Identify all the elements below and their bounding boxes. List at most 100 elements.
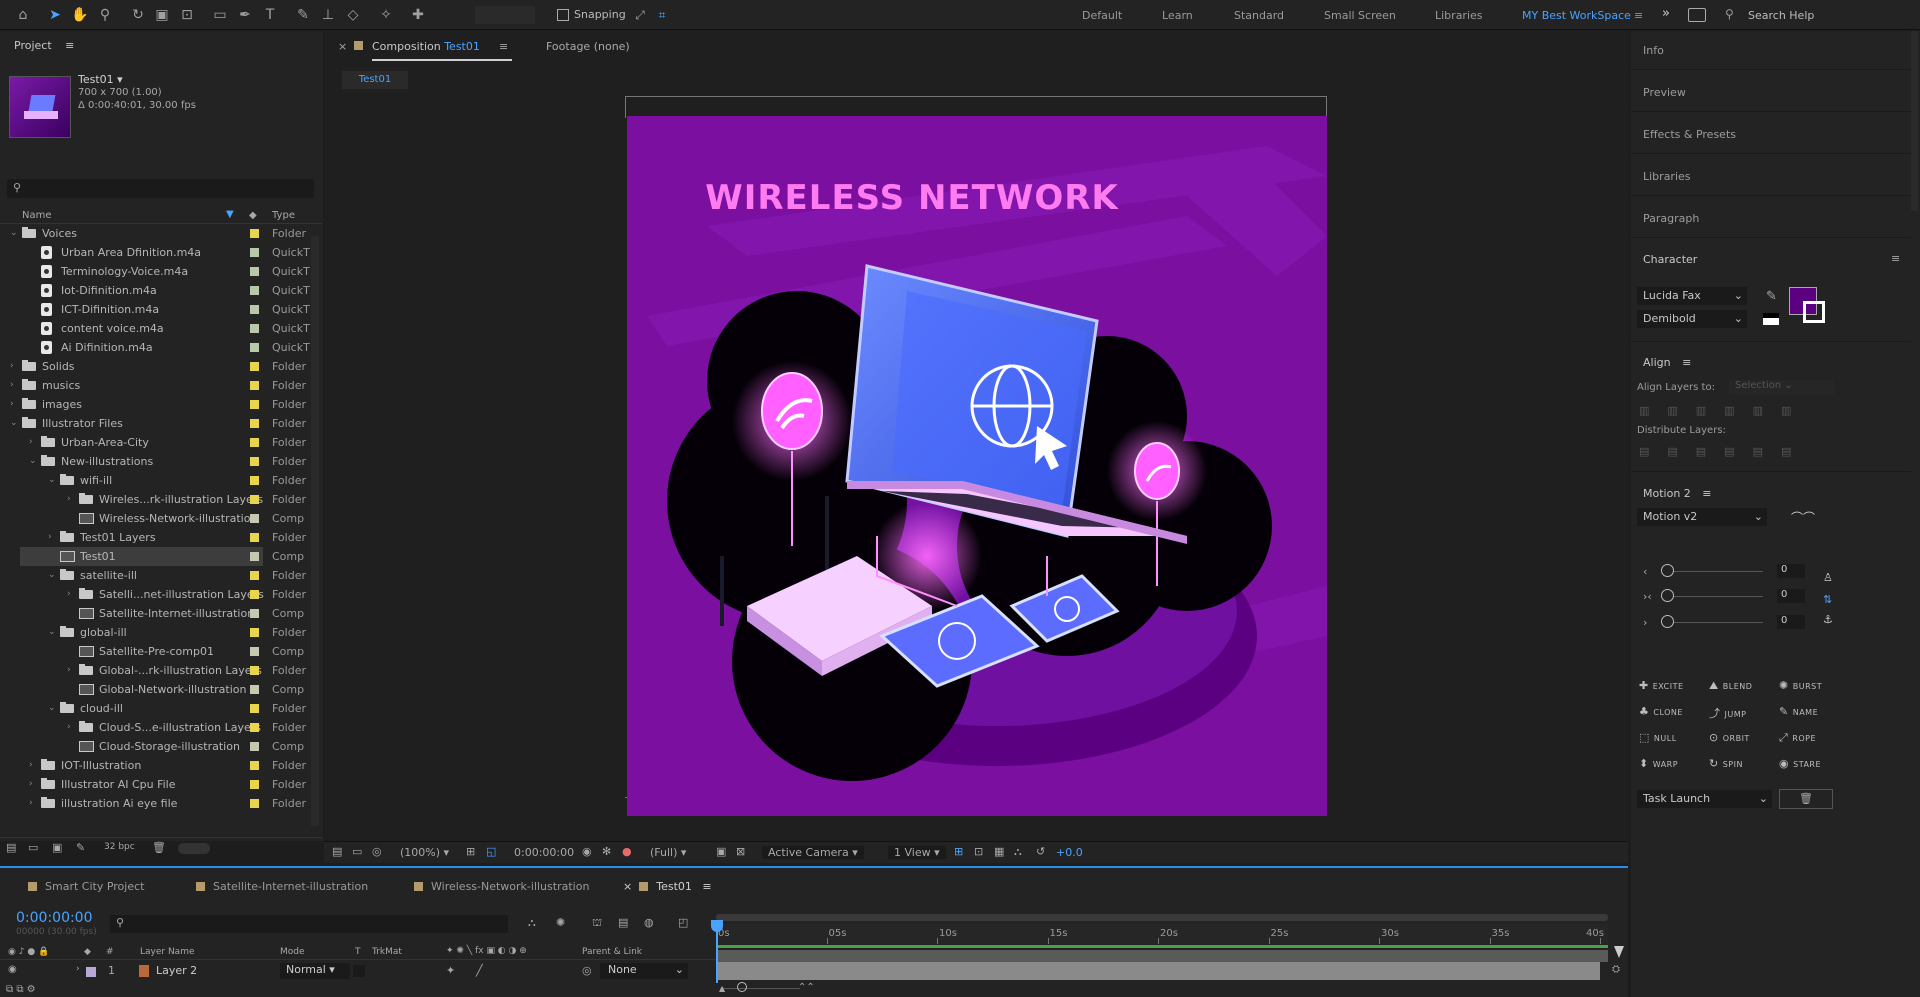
sort-icon[interactable]: ▼ xyxy=(226,209,234,220)
effects-presets-panel[interactable]: Effects & Presets xyxy=(1643,128,1736,141)
workspace-standard[interactable]: Standard xyxy=(1234,9,1284,22)
more-workspaces-icon[interactable]: » xyxy=(1662,6,1670,21)
item-name[interactable]: Test01 ▾ xyxy=(78,73,123,86)
trkmat-header[interactable]: TrkMat xyxy=(372,947,402,957)
draft-3d-icon[interactable]: ✺ xyxy=(556,916,565,929)
shy-layers-icon[interactable]: ⛫ xyxy=(592,916,602,931)
project-item-voices[interactable]: ⌄ Voices Folder xyxy=(0,224,320,243)
label-color-swatch[interactable] xyxy=(250,381,259,390)
collapse-icon[interactable]: ⌄ xyxy=(48,471,58,490)
label-color-swatch[interactable] xyxy=(250,457,259,466)
collapse-icon[interactable]: ⌄ xyxy=(48,566,58,585)
panel-menu-icon[interactable]: ≡ xyxy=(1891,252,1900,265)
label-color-swatch[interactable] xyxy=(250,723,259,732)
ease-in-icon[interactable]: ‹ xyxy=(1643,565,1647,578)
paragraph-panel[interactable]: Paragraph xyxy=(1643,212,1699,225)
region-icon[interactable]: ◱ xyxy=(486,845,496,858)
label-color-swatch[interactable] xyxy=(250,552,259,561)
project-item-satellite-pre-comp01[interactable]: Satellite-Pre-comp01 Comp xyxy=(0,642,320,661)
ease-out-slider[interactable] xyxy=(1661,615,1674,628)
project-item-wireles-rk-illustration-layers[interactable]: › Wireles...rk-illustration Layers Folder xyxy=(0,490,320,509)
mask-visibility-icon[interactable]: ◎ xyxy=(372,845,382,858)
swatch-bw-icon[interactable] xyxy=(1763,313,1779,325)
expand-icon[interactable]: › xyxy=(10,395,20,414)
label-color-swatch[interactable] xyxy=(250,286,259,295)
pen-tool-icon[interactable]: ✒ xyxy=(235,5,255,25)
ease-graph-icon[interactable]: ⌒⌒ xyxy=(1791,509,1815,526)
label-color-swatch[interactable] xyxy=(250,533,259,542)
motion-panel-title[interactable]: Motion 2 ≡ xyxy=(1643,487,1712,500)
comp-subtab[interactable]: Test01 xyxy=(342,71,408,89)
motion-blend-button[interactable]: ⛰ BLEND xyxy=(1709,679,1752,693)
tab-satellite-internet[interactable]: Satellite-Internet-illustration xyxy=(196,880,368,893)
collapse-icon[interactable]: ⌄ xyxy=(29,452,39,471)
expand-icon[interactable]: › xyxy=(67,718,77,737)
label-color-swatch[interactable] xyxy=(250,685,259,694)
project-item-illustrator-files[interactable]: ⌄ Illustrator Files Folder xyxy=(0,414,320,433)
expand-icon[interactable]: › xyxy=(29,813,39,814)
time-zoom-slider[interactable] xyxy=(737,982,747,992)
footage-tab[interactable]: Footage (none) xyxy=(546,40,630,53)
expand-icon[interactable]: › xyxy=(48,528,58,547)
project-item-new-illustrations[interactable]: ⌄ New-illustrations Folder xyxy=(0,452,320,471)
layer-row[interactable]: ◉ › 1 Layer 2 Normal ▾ ✦ ╱ ◎ None ⌄ xyxy=(0,962,718,980)
parent-dropdown[interactable]: None ⌄ xyxy=(600,963,688,979)
tab-wireless-network[interactable]: Wireless-Network-illustration xyxy=(414,880,589,893)
motion-null-button[interactable]: ⬚ NULL xyxy=(1639,731,1677,744)
label-color-swatch[interactable] xyxy=(250,704,259,713)
zoom-in-icon[interactable]: ⌃⌃ xyxy=(798,982,815,993)
label-color-swatch[interactable] xyxy=(250,476,259,485)
label-color-swatch[interactable] xyxy=(250,780,259,789)
tab-smart-city-project[interactable]: Smart City Project xyxy=(28,880,144,893)
project-item-satellite-internet-illustration[interactable]: Satellite-Internet-illustration Comp xyxy=(0,604,320,623)
pickwhip-icon[interactable]: ◎ xyxy=(582,964,592,977)
transparency-grid-icon[interactable]: ⊠ xyxy=(736,845,745,858)
font-style-dropdown[interactable]: Demibold ⌄ xyxy=(1637,310,1747,328)
timeline-footer-icons[interactable]: ⧉ ⧉ ⚙ xyxy=(6,984,36,995)
reset-exposure-icon[interactable]: ↺ xyxy=(1036,845,1045,858)
timeline-icon[interactable]: ▦ xyxy=(994,845,1004,858)
expand-icon[interactable]: › xyxy=(10,357,20,376)
expand-icon[interactable]: › xyxy=(67,661,77,680)
project-item-iot-difinition-m4a[interactable]: Iot-Difinition.m4a QuickT xyxy=(0,281,320,300)
collapse-icon[interactable]: ⌄ xyxy=(48,623,58,642)
expand-icon[interactable]: › xyxy=(10,376,20,395)
project-item-global-rk-illustration-layers[interactable]: › Global-...rk-illustration Layers Folder xyxy=(0,661,320,680)
task-launch-dropdown[interactable]: Task Launch ⌄ xyxy=(1637,790,1772,808)
label-color-swatch[interactable] xyxy=(250,267,259,276)
project-item-musics[interactable]: › musics Folder xyxy=(0,376,320,395)
display-icon[interactable] xyxy=(1688,8,1706,22)
label-color-swatch[interactable] xyxy=(250,647,259,656)
toggle-pixel-icon[interactable]: ⊞ xyxy=(954,845,963,858)
rotate-tool-icon[interactable]: ↻ xyxy=(128,5,148,25)
type-column-header[interactable]: Type xyxy=(272,210,295,221)
workspace-libraries[interactable]: Libraries xyxy=(1435,9,1483,22)
video-visibility-icon[interactable]: ◉ xyxy=(8,964,17,975)
project-search-input[interactable]: ⚲ xyxy=(7,179,314,198)
rectangle-tool-icon[interactable]: ▭ xyxy=(210,5,230,25)
stroke-color-swatch[interactable] xyxy=(1803,301,1825,323)
anchor-bottom-icon[interactable]: ⚓ xyxy=(1823,613,1833,626)
label-color-swatch[interactable] xyxy=(250,628,259,637)
label-color-swatch[interactable] xyxy=(250,324,259,333)
project-item-satellite-ill[interactable]: ⌄ satellite-ill Folder xyxy=(0,566,320,585)
t-header[interactable]: T xyxy=(355,947,361,957)
project-scrollbar[interactable] xyxy=(311,236,319,826)
adjust-icon[interactable]: ✎ xyxy=(76,841,85,854)
thumbnail-slider[interactable] xyxy=(178,843,210,854)
align-buttons[interactable]: ▥▥▥▥▥▥ xyxy=(1639,404,1839,418)
show-snapshot-icon[interactable]: ✻ xyxy=(602,845,611,858)
current-time[interactable]: 0:00:00:00 xyxy=(514,846,574,859)
zoom-dropdown[interactable]: (100%) ▾ xyxy=(400,846,449,859)
comp-end-marker[interactable] xyxy=(1614,946,1624,958)
label-color-swatch[interactable] xyxy=(250,609,259,618)
motion-name-button[interactable]: ✎ NAME xyxy=(1779,705,1818,718)
libraries-panel[interactable]: Libraries xyxy=(1643,170,1691,183)
bit-depth-label[interactable]: 32 bpc xyxy=(104,842,135,852)
label-color-swatch[interactable] xyxy=(250,419,259,428)
ease-in-slider[interactable] xyxy=(1661,564,1674,577)
distribute-buttons[interactable]: ▤▤▤▤▤▤ xyxy=(1639,445,1839,459)
comp-viewer-artwork[interactable]: WIRELESS NETWORK xyxy=(627,116,1327,816)
expand-icon[interactable]: › xyxy=(29,794,39,813)
expand-icon[interactable]: › xyxy=(29,775,39,794)
